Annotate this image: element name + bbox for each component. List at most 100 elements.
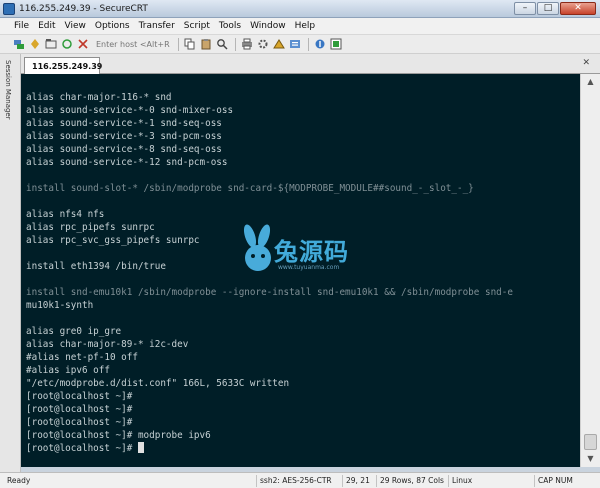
quick-connect-icon[interactable] [28,38,41,51]
terminal-line: [root@localhost ~]# modprobe ipv6 [26,429,211,442]
menu-transfer[interactable]: Transfer [139,21,175,31]
connect-in-tab-icon[interactable] [44,38,57,51]
session-tab-bar: 116.255.249.39 ✕ [21,54,600,74]
toolbar-separator [308,37,309,51]
toolbar-separator [235,37,236,51]
status-protocol: ssh2: AES-256-CTR [256,475,332,487]
find-icon[interactable] [215,38,228,51]
toolbar-separator [178,37,179,51]
menu-bar: File Edit View Options Transfer Script T… [0,18,600,35]
rabbit-logo-icon [243,224,271,271]
status-key-state: CAP NUM [534,475,573,487]
window-title: 116.255.249.39 - SecureCRT [19,3,148,14]
menu-help[interactable]: Help [295,21,316,31]
terminal-line-text: [root@localhost ~]# [26,443,138,454]
title-bar: 116.255.249.39 - SecureCRT – □ ✕ [0,0,600,18]
terminal-line: alias sound-service-*-8 snd-seq-oss [26,143,222,156]
connect-icon[interactable] [12,38,25,51]
watermark-text: 兔源码 [274,238,349,266]
session-options-icon[interactable] [256,38,269,51]
menu-window[interactable]: Window [250,21,286,31]
terminal-line-text: alias sound-service-*-3 snd-pcm-oss [26,131,222,142]
terminal-line: alias nfs4 nfs [26,208,104,221]
terminal-line: install snd-emu10k1 /sbin/modprobe --ign… [26,286,513,299]
menu-file[interactable]: File [14,21,29,31]
terminal-line-text: alias gre0 ip_gre [26,326,122,337]
close-tab-icon[interactable]: ✕ [582,58,590,68]
watermark-url: www.tuyuanma.com [278,264,340,271]
terminal-line-text: alias char-major-89-* i2c-dev [26,339,189,350]
menu-view[interactable]: View [65,21,86,31]
terminal-line-text: alias sound-service-*-12 snd-pcm-oss [26,157,228,168]
terminal-line-text: [root@localhost ~]# modprobe ipv6 [26,430,211,441]
status-bar: Ready ssh2: AES-256-CTR 29, 21 29 Rows, … [0,472,600,488]
terminal-line: [root@localhost ~]# [26,403,132,416]
terminal-line: alias sound-service-*-3 snd-pcm-oss [26,130,222,143]
status-ready: Ready [7,476,31,485]
window-controls: – □ ✕ [514,2,596,15]
disconnect-icon[interactable] [76,38,89,51]
status-cursor-position: 29, 21 [342,475,370,487]
securecrt-app-icon [3,2,15,15]
scroll-up-icon[interactable]: ▲ [584,76,597,88]
terminal-line: alias char-major-89-* i2c-dev [26,338,188,351]
terminal-line-text: alias sound-service-*-0 snd-mixer-oss [26,105,234,116]
terminal-line-text: install eth1394 /bin/true [26,261,166,272]
close-button[interactable]: ✕ [560,2,596,15]
paste-icon[interactable] [199,38,212,51]
terminal-line: mu10k1-synth [26,299,93,312]
session-manager-label: Session Manager [4,60,12,120]
copy-icon[interactable] [183,38,196,51]
terminal-line: install eth1394 /bin/true [26,260,166,273]
scroll-down-icon[interactable]: ▼ [584,453,597,465]
terminal-line: alias rpc_svc_gss_pipefs sunrpc [26,234,200,247]
terminal-screen[interactable]: 兔源码 www.tuyuanma.com alias char-major-11… [21,74,580,467]
help-icon[interactable] [329,38,342,51]
terminal-scrollbar[interactable]: ▲ ▼ [580,74,600,467]
terminal-line-text: install sound-slot-* /sbin/modprobe snd-… [26,183,474,194]
terminal-line-text: [root@localhost ~]# [26,404,133,415]
terminal-line-text: "/etc/modprobe.d/dist.conf" 166L, 5633C … [26,378,290,389]
terminal-line: #alias ipv6 off [26,364,110,377]
session-tab[interactable]: 116.255.249.39 [24,57,103,74]
terminal-line: alias sound-service-*-12 snd-pcm-oss [26,156,228,169]
terminal-line-text: install snd-emu10k1 /sbin/modprobe --ign… [26,287,513,298]
terminal-line-text: alias rpc_pipefs sunrpc [26,222,155,233]
scroll-thumb[interactable] [584,434,597,450]
terminal-line: [root@localhost ~]# [26,390,132,403]
menu-tools[interactable]: Tools [219,21,241,31]
menu-script[interactable]: Script [184,21,210,31]
terminal-line: alias char-major-116-* snd [26,91,172,104]
quick-connect-input[interactable] [96,37,170,51]
terminal-line: "/etc/modprobe.d/dist.conf" 166L, 5633C … [26,377,289,390]
terminal-line-text: #alias ipv6 off [26,365,110,376]
terminal-line-text: [root@localhost ~]# [26,417,133,428]
print-icon[interactable] [240,38,253,51]
session-tab-label: 116.255.249.39 [32,61,103,71]
keymap-icon[interactable] [313,38,326,51]
session-manager-panel[interactable]: Session Manager [0,54,21,472]
terminal-line-text: #alias net-pf-10 off [26,352,138,363]
global-options-icon[interactable] [272,38,285,51]
terminal-line: [root@localhost ~]# [26,416,132,429]
menu-edit[interactable]: Edit [38,21,55,31]
terminal-line: alias rpc_pipefs sunrpc [26,221,155,234]
terminal-cursor [137,442,144,453]
status-terminal-size: 29 Rows, 87 Cols [376,475,444,487]
maximize-button[interactable]: □ [537,2,559,15]
status-terminal-type: Linux [448,475,472,487]
menu-options[interactable]: Options [95,21,130,31]
terminal-line-text: alias sound-service-*-8 snd-seq-oss [26,144,222,155]
sftp-icon[interactable] [288,38,301,51]
terminal-line: alias gre0 ip_gre [26,325,121,338]
watermark: 兔源码 www.tuyuanma.com [238,224,368,284]
terminal-line-text: alias nfs4 nfs [26,209,105,220]
terminal-line: [root@localhost ~]# [26,442,144,455]
reconnect-icon[interactable] [60,38,73,51]
terminal-line-text: alias char-major-116-* snd [26,92,172,103]
minimize-button[interactable]: – [514,2,536,15]
terminal-line: alias sound-service-*-1 snd-seq-oss [26,117,222,130]
toolbar [0,35,600,54]
terminal-line-text: alias sound-service-*-1 snd-seq-oss [26,118,222,129]
terminal-line: alias sound-service-*-0 snd-mixer-oss [26,104,233,117]
